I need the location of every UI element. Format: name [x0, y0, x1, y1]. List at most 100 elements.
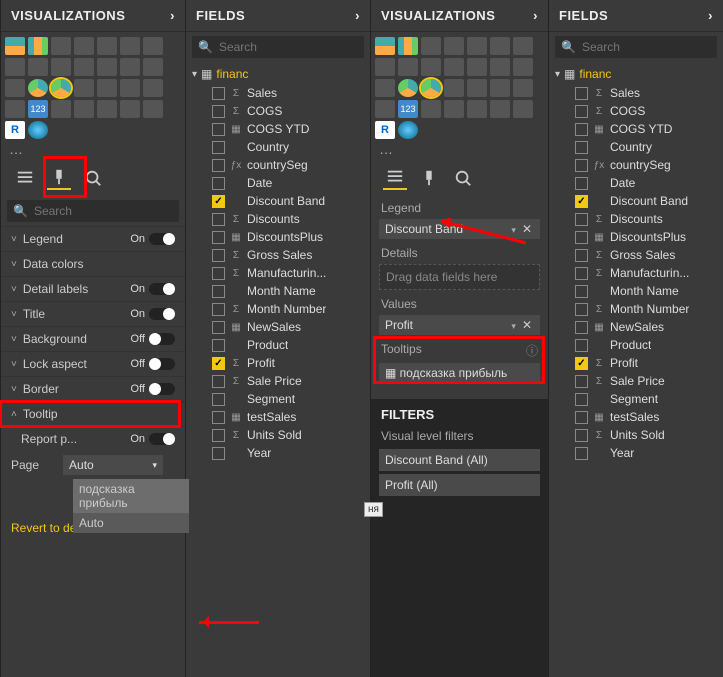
- dropdown-option[interactable]: Auto: [73, 513, 189, 533]
- viz-icon[interactable]: [143, 37, 163, 55]
- field-row[interactable]: ƒxcountrySeg: [553, 156, 719, 174]
- viz-gauge-icon[interactable]: [5, 100, 25, 118]
- viz-icon[interactable]: [120, 37, 140, 55]
- chevron-right-icon[interactable]: ›: [533, 8, 538, 23]
- field-row[interactable]: ΣManufacturin...: [553, 264, 719, 282]
- format-row[interactable]: ˅LegendOn: [1, 226, 185, 251]
- field-row[interactable]: ▦NewSales: [190, 318, 366, 336]
- checkbox[interactable]: [575, 375, 588, 388]
- checkbox[interactable]: [212, 177, 225, 190]
- viz-stacked-bar-icon[interactable]: [5, 37, 25, 55]
- checkbox[interactable]: [575, 303, 588, 316]
- more-icon[interactable]: …: [371, 141, 548, 160]
- checkbox[interactable]: [575, 447, 588, 460]
- viz-icon[interactable]: [375, 58, 395, 76]
- chevron-down-icon[interactable]: ˅: [11, 259, 17, 270]
- field-row[interactable]: ΣGross Sales: [190, 246, 366, 264]
- viz-icon[interactable]: [97, 58, 117, 76]
- field-row[interactable]: Country: [190, 138, 366, 156]
- checkbox[interactable]: [575, 87, 588, 100]
- viz-pie-icon[interactable]: [398, 79, 418, 97]
- viz-icon[interactable]: [467, 79, 487, 97]
- checkbox[interactable]: [212, 267, 225, 280]
- chevron-down-icon[interactable]: ˅: [11, 284, 17, 295]
- viz-icon[interactable]: [513, 100, 533, 118]
- viz-icon[interactable]: [421, 58, 441, 76]
- viz-icon[interactable]: [421, 100, 441, 118]
- checkbox[interactable]: [575, 177, 588, 190]
- field-row[interactable]: Year: [190, 444, 366, 462]
- values-well[interactable]: Profit▾✕: [379, 315, 540, 335]
- field-row[interactable]: ✓Discount Band: [553, 192, 719, 210]
- fields-tab-icon[interactable]: [13, 166, 37, 190]
- toggle[interactable]: Off: [131, 333, 175, 345]
- viz-filled-map-icon[interactable]: [120, 79, 140, 97]
- viz-icon[interactable]: [97, 37, 117, 55]
- checkbox[interactable]: [212, 339, 225, 352]
- field-row[interactable]: ΣSales: [190, 84, 366, 102]
- checkbox[interactable]: ✓: [575, 195, 588, 208]
- viz-icon[interactable]: [51, 58, 71, 76]
- field-row[interactable]: ΣSale Price: [190, 372, 366, 390]
- field-row[interactable]: ▦NewSales: [553, 318, 719, 336]
- format-row[interactable]: ˅Lock aspectOff: [1, 351, 185, 376]
- field-row[interactable]: Segment: [190, 390, 366, 408]
- field-row[interactable]: ΣUnits Sold: [190, 426, 366, 444]
- viz-icon[interactable]: [513, 79, 533, 97]
- field-row[interactable]: ΣCOGS: [190, 102, 366, 120]
- checkbox[interactable]: [575, 411, 588, 424]
- checkbox[interactable]: [212, 105, 225, 118]
- viz-map-icon[interactable]: [97, 79, 117, 97]
- table-header[interactable]: ▾▦financ: [553, 64, 719, 84]
- checkbox[interactable]: [575, 393, 588, 406]
- viz-icon[interactable]: [398, 58, 418, 76]
- field-row[interactable]: ΣMonth Number: [190, 300, 366, 318]
- dropdown-option[interactable]: подсказка прибыль: [73, 479, 189, 513]
- field-row[interactable]: Product: [553, 336, 719, 354]
- checkbox[interactable]: [212, 285, 225, 298]
- toggle[interactable]: On: [130, 233, 175, 245]
- field-row[interactable]: Date: [553, 174, 719, 192]
- checkbox[interactable]: [575, 159, 588, 172]
- field-row[interactable]: ΣManufacturin...: [190, 264, 366, 282]
- field-row[interactable]: ΣSale Price: [553, 372, 719, 390]
- checkbox[interactable]: [212, 429, 225, 442]
- viz-icon[interactable]: [120, 58, 140, 76]
- checkbox[interactable]: [575, 429, 588, 442]
- checkbox[interactable]: [575, 141, 588, 154]
- format-row[interactable]: ˅Data colors: [1, 251, 185, 276]
- format-search-input[interactable]: [34, 204, 173, 218]
- viz-scatter-icon[interactable]: [5, 79, 25, 97]
- format-row[interactable]: ˅Detail labelsOn: [1, 276, 185, 301]
- field-row[interactable]: ▦testSales: [190, 408, 366, 426]
- checkbox[interactable]: [212, 213, 225, 226]
- viz-treemap-icon[interactable]: [74, 79, 94, 97]
- field-row[interactable]: ▦COGS YTD: [553, 120, 719, 138]
- checkbox[interactable]: [212, 123, 225, 136]
- viz-icon[interactable]: [467, 37, 487, 55]
- viz-icon[interactable]: [490, 58, 510, 76]
- remove-icon[interactable]: ✕: [520, 318, 534, 332]
- viz-icon[interactable]: [51, 37, 71, 55]
- filter-item[interactable]: Discount Band (All): [379, 449, 540, 471]
- viz-stacked-bar-icon[interactable]: [375, 37, 395, 55]
- format-row[interactable]: ˅TitleOn: [1, 301, 185, 326]
- viz-icon[interactable]: [444, 100, 464, 118]
- field-row[interactable]: ΣMonth Number: [553, 300, 719, 318]
- analytics-tab-icon[interactable]: [451, 166, 475, 190]
- field-row[interactable]: ΣGross Sales: [553, 246, 719, 264]
- chevron-right-icon[interactable]: ›: [170, 8, 175, 23]
- checkbox[interactable]: [212, 159, 225, 172]
- checkbox[interactable]: [212, 447, 225, 460]
- chevron-down-icon[interactable]: ˅: [11, 359, 17, 370]
- format-row[interactable]: ˅BackgroundOff: [1, 326, 185, 351]
- field-row[interactable]: Year: [553, 444, 719, 462]
- fields-search-input[interactable]: [219, 40, 358, 54]
- checkbox[interactable]: [575, 267, 588, 280]
- checkbox[interactable]: [575, 105, 588, 118]
- field-row[interactable]: ▦DiscountsPlus: [553, 228, 719, 246]
- legend-well[interactable]: Discount Band▾✕: [379, 219, 540, 239]
- table-header[interactable]: ▾▦financ: [190, 64, 366, 84]
- checkbox[interactable]: [212, 141, 225, 154]
- field-row[interactable]: ΣCOGS: [553, 102, 719, 120]
